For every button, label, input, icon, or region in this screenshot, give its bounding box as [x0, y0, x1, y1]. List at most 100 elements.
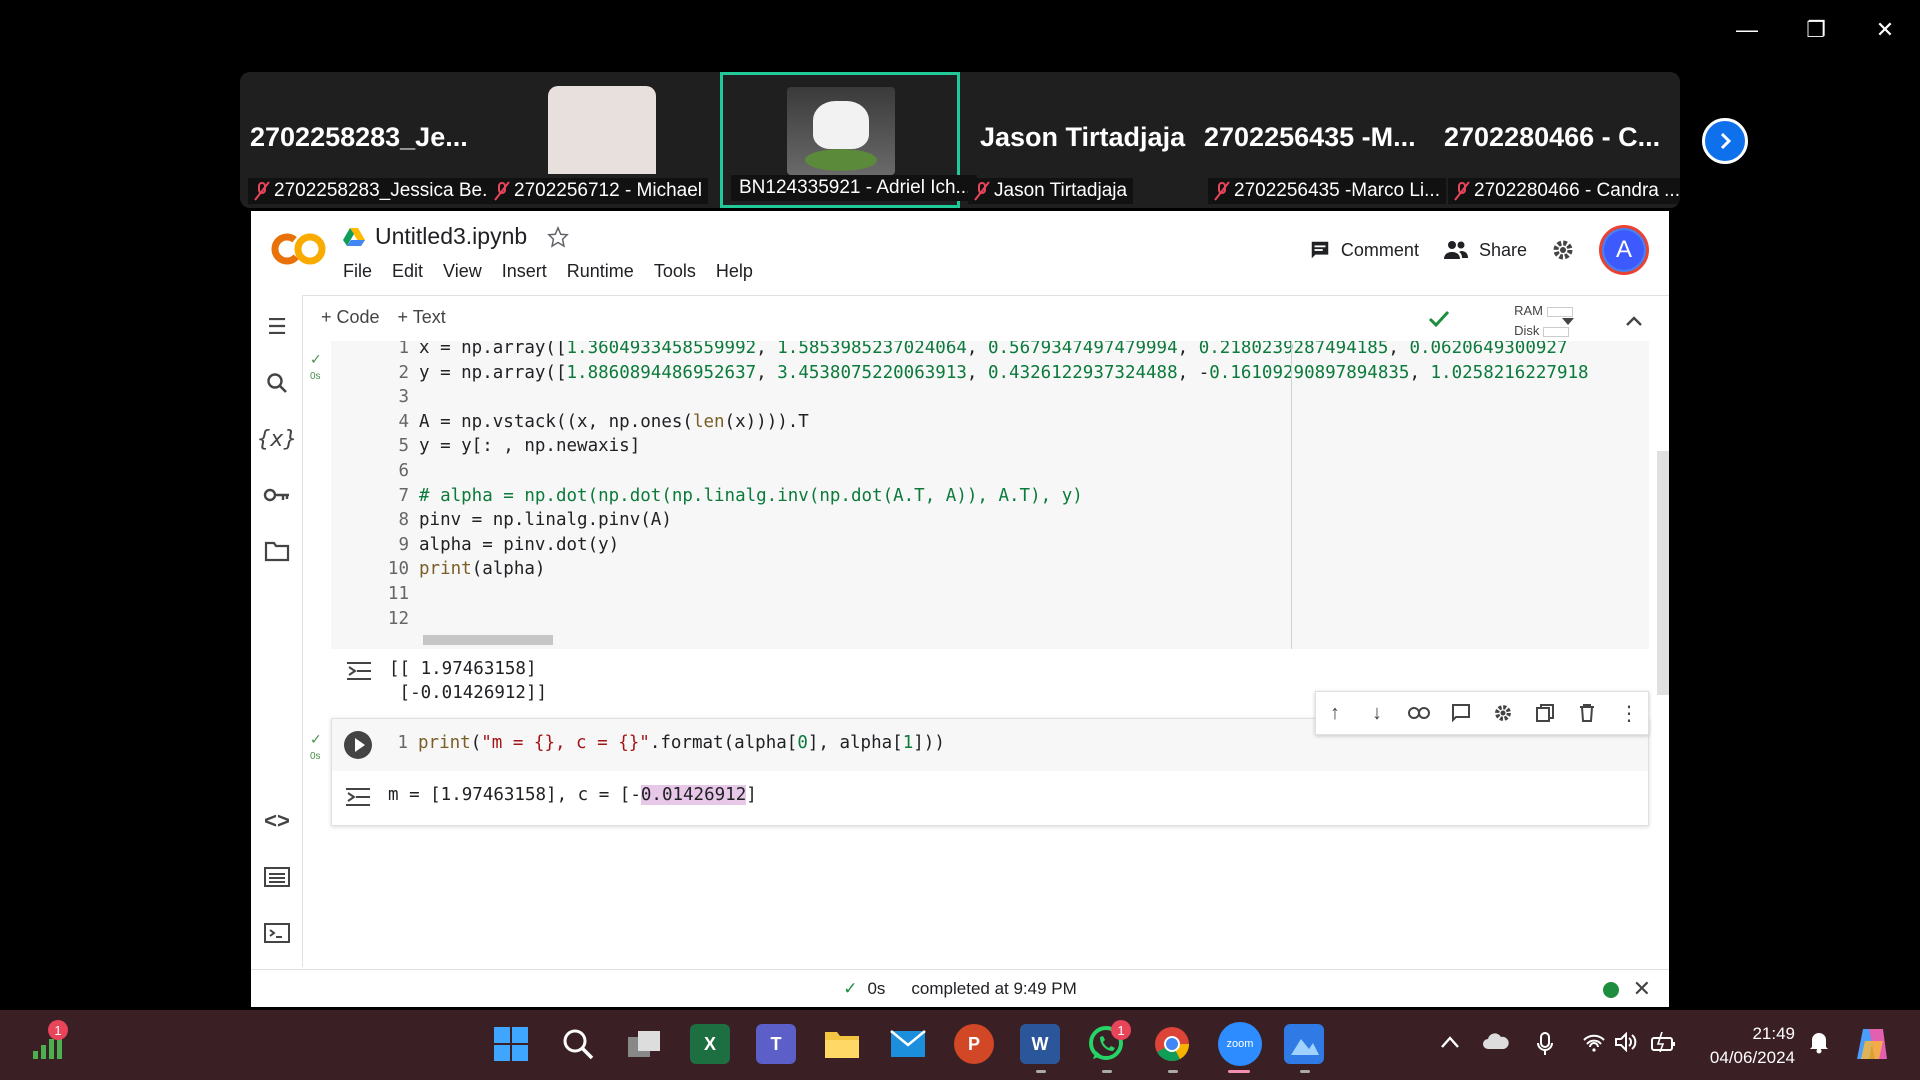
comment-icon[interactable] [1450, 702, 1472, 724]
photos-icon[interactable] [1284, 1024, 1324, 1064]
cell-output: m = [1.97463158], c = [-0.01426912] [388, 783, 757, 807]
menu-view[interactable]: View [443, 261, 482, 282]
menu-tools[interactable]: Tools [654, 261, 696, 282]
colab-window: Untitled3.ipynb File Edit View Insert Ru… [251, 211, 1669, 1007]
search-icon[interactable] [263, 369, 291, 397]
more-options-icon[interactable]: ⋮ [1618, 702, 1640, 725]
excel-icon[interactable]: X [690, 1024, 730, 1064]
mirror-cell-icon[interactable] [1534, 702, 1556, 724]
chrome-icon[interactable] [1152, 1024, 1192, 1064]
status-bar: ✓ 0s completed at 9:49 PM ✕ [251, 969, 1669, 1007]
output-selection: 0.01426912 [640, 785, 747, 805]
powerpoint-icon[interactable]: P [954, 1024, 994, 1064]
exec-time: 0s [310, 371, 321, 382]
connected-check-icon[interactable] [1427, 309, 1451, 329]
status-time: 0s [867, 978, 886, 998]
participant-strip: 2702258283_Je... 2702258283_Jessica Be..… [240, 72, 1680, 208]
notification-badge: 1 [1111, 1020, 1131, 1040]
participant-tile[interactable]: Jason Tirtadjaja Jason Tirtadjaja [960, 72, 1200, 208]
output-toggle-icon[interactable] [345, 659, 373, 683]
notebook-title[interactable]: Untitled3.ipynb [375, 223, 527, 250]
notification-badge: 1 [48, 1020, 68, 1040]
restore-button[interactable]: ❐ [1786, 10, 1846, 50]
output-text: ] [746, 785, 757, 805]
participant-tile[interactable]: 2702256435 -M... 2702256435 -Marco Li... [1200, 72, 1446, 208]
exec-check-icon: ✓ [310, 351, 322, 367]
microphone-icon[interactable] [1536, 1032, 1554, 1062]
zoom-app-icon[interactable]: zoom [1218, 1022, 1262, 1066]
menu-file[interactable]: File [343, 261, 372, 282]
search-icon[interactable] [558, 1024, 598, 1064]
share-label: Share [1478, 239, 1527, 260]
output-toggle-icon[interactable] [344, 785, 372, 809]
folder-icon[interactable] [263, 537, 291, 565]
participant-video [548, 86, 656, 174]
word-icon[interactable]: W [1020, 1024, 1060, 1064]
add-text-button[interactable]: + Text [398, 307, 446, 328]
colab-logo[interactable] [271, 229, 327, 269]
notebook-toolbar: + Code + Text [303, 295, 1669, 339]
menu-insert[interactable]: Insert [502, 261, 547, 282]
move-down-icon[interactable]: ↓ [1366, 702, 1388, 724]
menu-runtime[interactable]: Runtime [567, 261, 634, 282]
minimize-button[interactable]: — [1717, 10, 1777, 50]
run-cell-button[interactable] [344, 731, 372, 759]
chevron-down-icon[interactable] [1560, 316, 1576, 326]
participant-label-text: Jason Tirtadjaja [994, 180, 1128, 201]
delete-icon[interactable] [1576, 702, 1598, 724]
wifi-icon[interactable] [1582, 1032, 1606, 1058]
gear-icon[interactable] [1492, 702, 1514, 724]
menu-edit[interactable]: Edit [392, 261, 423, 282]
volume-icon[interactable] [1614, 1031, 1638, 1058]
secrets-key-icon[interactable] [263, 481, 291, 509]
system-clock[interactable]: 21:49 04/06/2024 [1710, 1022, 1795, 1070]
link-icon[interactable] [1408, 702, 1430, 724]
star-icon[interactable] [547, 225, 569, 248]
participant-tile[interactable]: 2702256712 - Michael [480, 72, 720, 208]
vertical-scrollbar[interactable] [1657, 451, 1669, 695]
move-up-icon[interactable]: ↑ [1324, 702, 1346, 724]
next-participants-button[interactable] [1702, 118, 1748, 164]
windows-start-icon[interactable] [491, 1024, 531, 1064]
running-indicator [1168, 1070, 1178, 1073]
participant-tile[interactable]: 2702280466 - C... 2702280466 - Candra ..… [1440, 72, 1680, 208]
participant-label-text: 2702256435 -Marco Li... [1234, 180, 1440, 201]
close-window-button[interactable]: ✕ [1855, 10, 1915, 50]
table-of-contents-icon[interactable]: ☰ [263, 313, 291, 341]
status-text: completed at 9:49 PM [911, 978, 1077, 998]
comment-label: Comment [1340, 239, 1419, 260]
connection-status-dot [1603, 982, 1619, 998]
mail-icon[interactable] [888, 1024, 928, 1064]
comment-button[interactable]: Comment [1309, 239, 1419, 261]
battery-icon[interactable] [1650, 1031, 1676, 1058]
add-code-button[interactable]: + Code [321, 307, 380, 328]
close-status-button[interactable]: ✕ [1633, 976, 1651, 1002]
header-actions: Comment Share A [1309, 225, 1649, 275]
horizontal-scrollbar[interactable] [423, 635, 553, 645]
participant-label: Jason Tirtadjaja [968, 178, 1134, 204]
file-explorer-icon[interactable] [822, 1024, 862, 1064]
colab-header: Untitled3.ipynb File Edit View Insert Ru… [251, 211, 1669, 295]
participant-tile-active[interactable]: BN124335921 - Adriel Ich... [720, 72, 978, 208]
command-palette-icon[interactable] [263, 863, 291, 891]
copilot-icon[interactable] [1852, 1024, 1892, 1064]
variables-icon[interactable]: {x} [257, 425, 297, 453]
mic-muted-icon [1214, 181, 1230, 201]
share-button[interactable]: Share [1443, 239, 1527, 261]
menu-help[interactable]: Help [716, 261, 753, 282]
settings-gear-icon[interactable] [1551, 238, 1575, 262]
task-view-icon[interactable] [624, 1024, 664, 1064]
notification-bell-icon[interactable] [1808, 1030, 1830, 1060]
user-avatar[interactable]: A [1599, 225, 1649, 275]
onedrive-cloud-icon[interactable] [1482, 1032, 1510, 1056]
participant-tile[interactable]: 2702258283_Je... 2702258283_Jessica Be..… [240, 72, 504, 208]
show-hidden-icons-chevron-up-icon[interactable] [1440, 1032, 1460, 1055]
chevron-up-icon[interactable] [1625, 315, 1643, 327]
code-editor[interactable]: 1x = np.array([1.3604933458559992, 1.585… [331, 341, 1649, 649]
running-indicator [1102, 1070, 1112, 1073]
mic-muted-icon [254, 181, 270, 201]
teams-icon[interactable]: T [756, 1024, 796, 1064]
code-text: 1x = np.array([1.3604933458559992, 1.585… [387, 341, 1589, 629]
terminal-icon[interactable] [263, 919, 291, 947]
code-snippets-icon[interactable]: <> [263, 807, 291, 835]
